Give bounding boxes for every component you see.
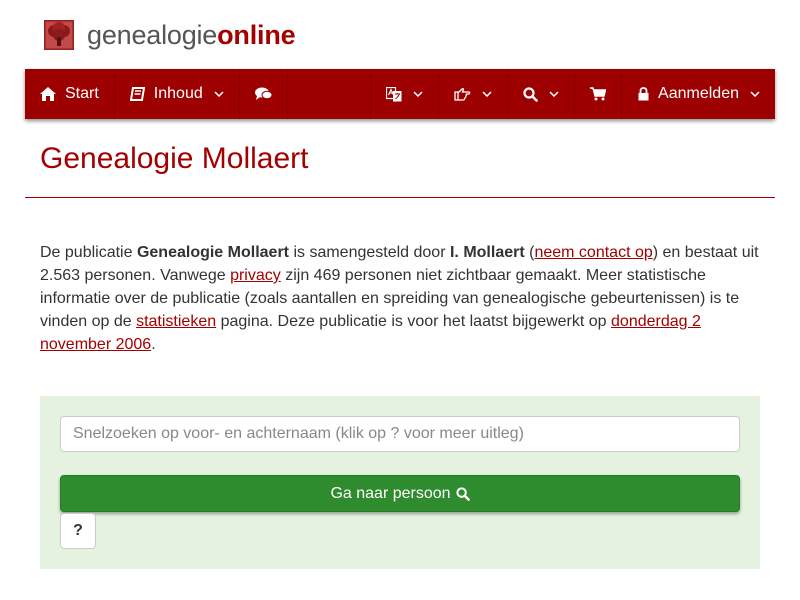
- search-help-button[interactable]: ?: [60, 513, 96, 549]
- nav-hand[interactable]: [439, 69, 509, 119]
- quick-search-input[interactable]: [60, 416, 740, 452]
- nav-cart[interactable]: [575, 69, 623, 119]
- statistics-link[interactable]: statistieken: [136, 313, 216, 330]
- nav-inhoud-label: Inhoud: [153, 85, 203, 102]
- author-name: I. Mollaert: [449, 244, 525, 261]
- nav-language[interactable]: [371, 69, 440, 119]
- search-icon: [523, 86, 538, 102]
- site-logo[interactable]: genealogieonline: [44, 17, 296, 53]
- logo-text-genealogie: genealogie: [87, 19, 218, 50]
- publication-intro: De publicatie Genealogie Mollaert is sam…: [40, 241, 768, 356]
- privacy-link[interactable]: privacy: [230, 267, 281, 284]
- nav-login[interactable]: Aanmelden: [622, 69, 775, 119]
- go-to-person-button[interactable]: Ga naar persoon: [60, 475, 740, 512]
- nav-start[interactable]: Start: [25, 69, 115, 119]
- go-to-person-label: Ga naar persoon: [330, 484, 451, 502]
- nav-spacer: [288, 69, 372, 119]
- lock-icon: [638, 87, 649, 101]
- logo-text: genealogieonline: [87, 19, 296, 51]
- intro-text: De publicatie: [40, 244, 137, 261]
- book-icon: [129, 87, 145, 101]
- language-icon: [386, 86, 402, 102]
- page-title: Genealogie Mollaert: [40, 142, 309, 175]
- intro-text: pagina. Deze publicatie is voor het laat…: [216, 313, 612, 330]
- nav-search[interactable]: [508, 69, 576, 119]
- contact-link[interactable]: neem contact op: [534, 244, 652, 261]
- title-divider: [25, 197, 775, 198]
- comments-icon: [254, 87, 272, 101]
- intro-text: .: [151, 336, 156, 353]
- hand-pointing-icon: [454, 87, 471, 101]
- nav-login-label: Aanmelden: [658, 85, 739, 102]
- quick-search-panel: Ga naar persoon ?: [40, 396, 760, 569]
- intro-text: is samengesteld door: [289, 244, 450, 261]
- logo-text-online: online: [217, 19, 296, 50]
- chevron-down-icon: [214, 91, 224, 97]
- publication-name: Genealogie Mollaert: [136, 244, 289, 261]
- cart-icon: [590, 87, 607, 101]
- chevron-down-icon: [413, 91, 423, 97]
- main-navbar: Start Inhoud Aanmelden: [25, 69, 775, 119]
- nav-inhoud[interactable]: Inhoud: [115, 69, 240, 119]
- chevron-down-icon: [750, 91, 760, 97]
- search-icon: [455, 486, 470, 501]
- chevron-down-icon: [482, 91, 492, 97]
- nav-comments[interactable]: [240, 69, 288, 119]
- tree-icon: [44, 20, 74, 50]
- chevron-down-icon: [549, 91, 559, 97]
- home-icon: [40, 87, 56, 101]
- intro-text: (: [524, 244, 535, 261]
- nav-start-label: Start: [65, 85, 99, 102]
